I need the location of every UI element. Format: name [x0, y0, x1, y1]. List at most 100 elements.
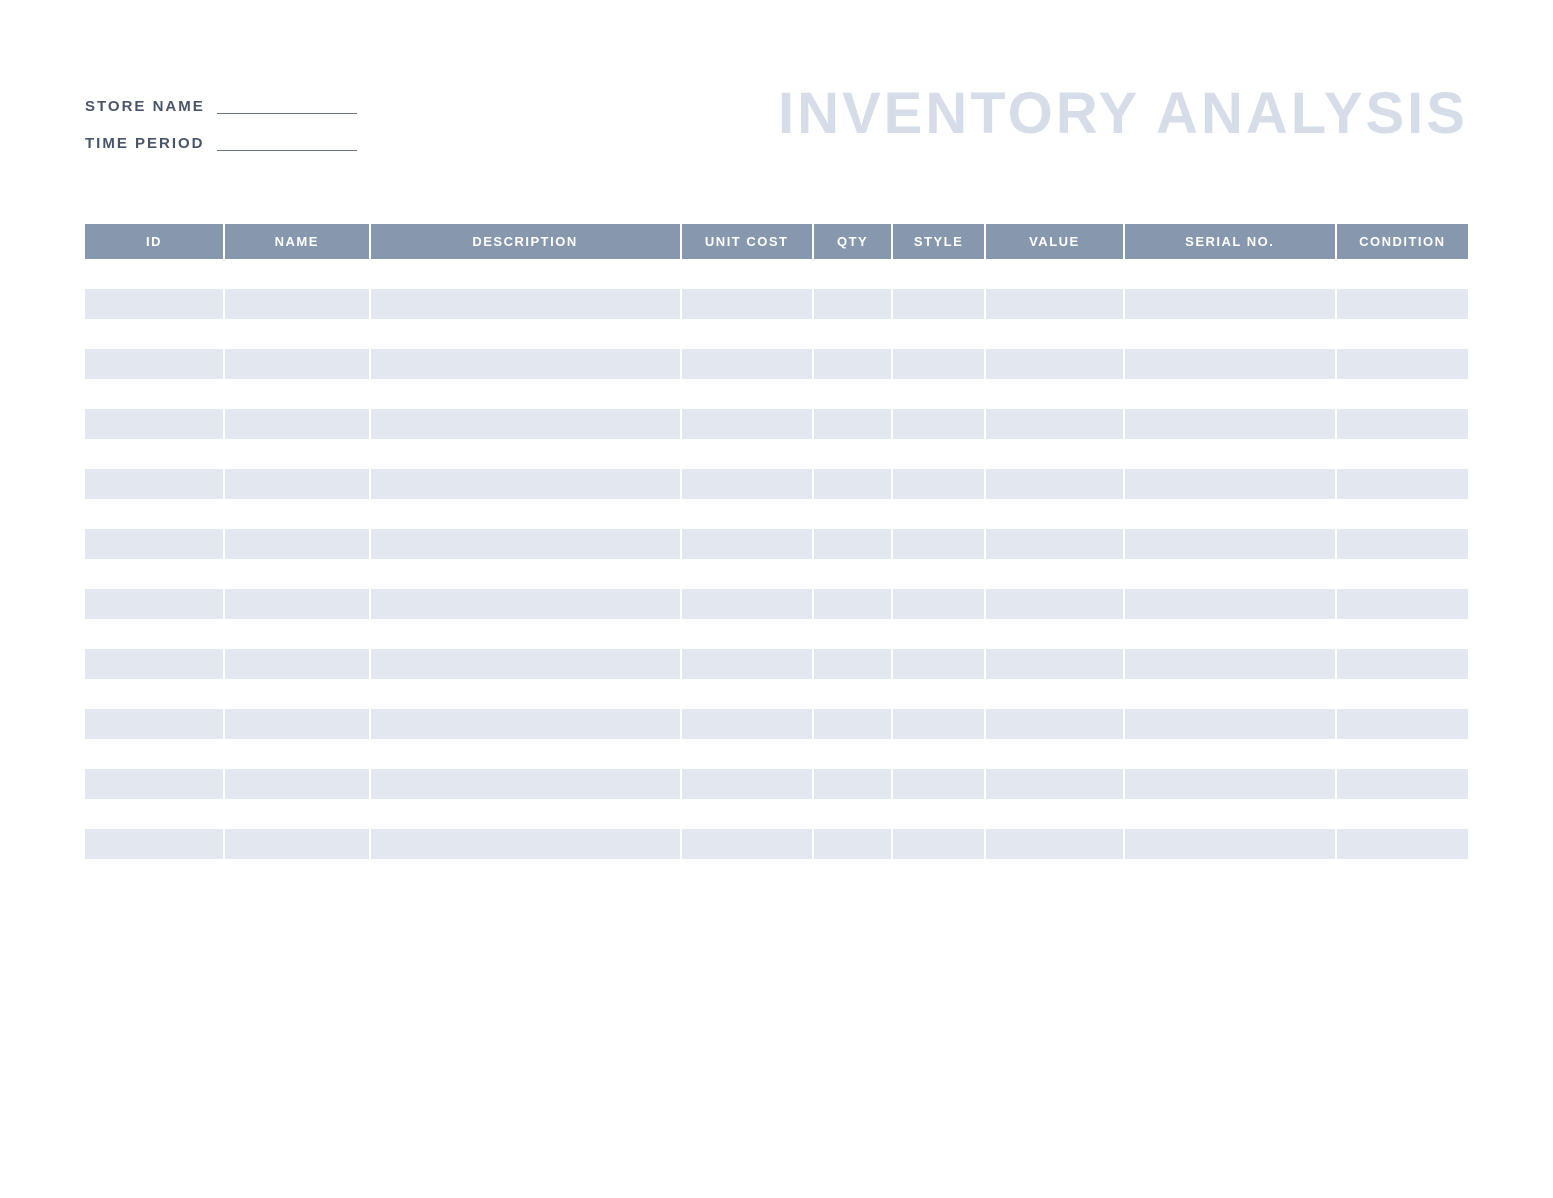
table-cell[interactable]	[813, 859, 892, 889]
table-cell[interactable]	[813, 619, 892, 649]
table-cell[interactable]	[1336, 859, 1468, 889]
table-cell[interactable]	[224, 259, 370, 289]
table-cell[interactable]	[224, 709, 370, 739]
table-cell[interactable]	[813, 409, 892, 439]
table-cell[interactable]	[1124, 319, 1336, 349]
table-cell[interactable]	[985, 259, 1124, 289]
table-cell[interactable]	[681, 619, 813, 649]
table-cell[interactable]	[1336, 469, 1468, 499]
table-cell[interactable]	[1124, 409, 1336, 439]
table-cell[interactable]	[681, 469, 813, 499]
table-cell[interactable]	[985, 829, 1124, 859]
table-cell[interactable]	[813, 799, 892, 829]
table-cell[interactable]	[224, 679, 370, 709]
table-cell[interactable]	[1124, 499, 1336, 529]
table-cell[interactable]	[1124, 379, 1336, 409]
table-cell[interactable]	[85, 349, 224, 379]
table-cell[interactable]	[224, 289, 370, 319]
table-cell[interactable]	[681, 799, 813, 829]
table-cell[interactable]	[224, 469, 370, 499]
table-cell[interactable]	[813, 769, 892, 799]
table-cell[interactable]	[370, 349, 681, 379]
table-cell[interactable]	[370, 439, 681, 469]
table-cell[interactable]	[892, 859, 985, 889]
table-cell[interactable]	[681, 649, 813, 679]
table-cell[interactable]	[681, 409, 813, 439]
table-cell[interactable]	[85, 709, 224, 739]
table-cell[interactable]	[813, 559, 892, 589]
table-cell[interactable]	[370, 469, 681, 499]
table-cell[interactable]	[892, 619, 985, 649]
table-cell[interactable]	[85, 499, 224, 529]
table-cell[interactable]	[985, 649, 1124, 679]
table-cell[interactable]	[85, 529, 224, 559]
table-cell[interactable]	[681, 349, 813, 379]
table-cell[interactable]	[985, 349, 1124, 379]
table-cell[interactable]	[813, 649, 892, 679]
table-cell[interactable]	[985, 379, 1124, 409]
table-cell[interactable]	[892, 379, 985, 409]
table-cell[interactable]	[985, 619, 1124, 649]
table-cell[interactable]	[892, 709, 985, 739]
table-cell[interactable]	[985, 799, 1124, 829]
table-cell[interactable]	[681, 499, 813, 529]
table-cell[interactable]	[892, 469, 985, 499]
table-cell[interactable]	[892, 559, 985, 589]
table-cell[interactable]	[370, 859, 681, 889]
table-cell[interactable]	[85, 619, 224, 649]
table-cell[interactable]	[1124, 709, 1336, 739]
table-cell[interactable]	[813, 289, 892, 319]
table-cell[interactable]	[985, 679, 1124, 709]
table-cell[interactable]	[224, 409, 370, 439]
table-cell[interactable]	[813, 499, 892, 529]
table-cell[interactable]	[224, 799, 370, 829]
table-cell[interactable]	[813, 679, 892, 709]
table-cell[interactable]	[813, 709, 892, 739]
table-cell[interactable]	[813, 379, 892, 409]
table-cell[interactable]	[681, 439, 813, 469]
table-cell[interactable]	[813, 529, 892, 559]
table-cell[interactable]	[85, 769, 224, 799]
table-cell[interactable]	[1336, 589, 1468, 619]
table-cell[interactable]	[370, 379, 681, 409]
table-cell[interactable]	[1124, 619, 1336, 649]
table-cell[interactable]	[985, 529, 1124, 559]
table-cell[interactable]	[370, 499, 681, 529]
table-cell[interactable]	[985, 439, 1124, 469]
table-cell[interactable]	[985, 589, 1124, 619]
table-cell[interactable]	[1336, 709, 1468, 739]
table-cell[interactable]	[224, 529, 370, 559]
table-cell[interactable]	[892, 499, 985, 529]
table-cell[interactable]	[224, 649, 370, 679]
table-cell[interactable]	[1124, 559, 1336, 589]
table-cell[interactable]	[892, 289, 985, 319]
table-cell[interactable]	[85, 469, 224, 499]
table-cell[interactable]	[1124, 829, 1336, 859]
table-cell[interactable]	[85, 859, 224, 889]
table-cell[interactable]	[370, 589, 681, 619]
table-cell[interactable]	[681, 529, 813, 559]
table-cell[interactable]	[224, 739, 370, 769]
table-cell[interactable]	[1124, 289, 1336, 319]
table-cell[interactable]	[813, 349, 892, 379]
table-cell[interactable]	[813, 319, 892, 349]
table-cell[interactable]	[1336, 679, 1468, 709]
table-cell[interactable]	[370, 289, 681, 319]
table-cell[interactable]	[681, 319, 813, 349]
table-cell[interactable]	[985, 499, 1124, 529]
table-cell[interactable]	[1336, 559, 1468, 589]
table-cell[interactable]	[1124, 649, 1336, 679]
table-cell[interactable]	[224, 319, 370, 349]
table-cell[interactable]	[370, 409, 681, 439]
table-cell[interactable]	[892, 649, 985, 679]
table-cell[interactable]	[985, 859, 1124, 889]
table-cell[interactable]	[85, 439, 224, 469]
table-cell[interactable]	[892, 409, 985, 439]
table-cell[interactable]	[1336, 769, 1468, 799]
time-period-input[interactable]	[217, 132, 357, 151]
table-cell[interactable]	[892, 739, 985, 769]
table-cell[interactable]	[813, 739, 892, 769]
table-cell[interactable]	[985, 469, 1124, 499]
table-cell[interactable]	[985, 709, 1124, 739]
table-cell[interactable]	[681, 829, 813, 859]
